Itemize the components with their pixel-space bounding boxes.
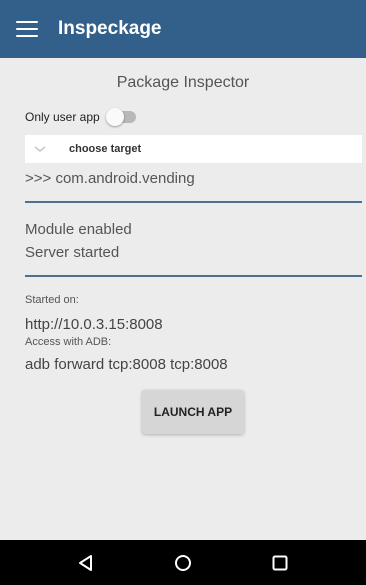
toggle-thumb (105, 108, 124, 126)
chevron-down-icon (34, 146, 46, 152)
adb-access-label: Access with ADB: (25, 336, 112, 348)
recents-icon[interactable] (270, 553, 290, 573)
home-icon[interactable] (173, 553, 193, 573)
back-icon[interactable] (76, 553, 96, 573)
server-url: http://10.0.3.15:8008 (25, 316, 163, 333)
spinner-selected-value: choose target (69, 143, 142, 155)
adb-command: adb forward tcp:8008 tcp:8008 (25, 356, 228, 373)
module-status: Module enabled (25, 221, 132, 238)
only-user-app-row: Only user app (25, 108, 138, 126)
app-bar: Inspeckage (0, 0, 366, 58)
system-nav-bar (0, 540, 366, 585)
launch-app-button[interactable]: LAUNCH APP (142, 390, 244, 434)
app-title: Inspeckage (58, 18, 162, 39)
divider (25, 201, 362, 203)
hamburger-menu-icon[interactable] (16, 21, 38, 37)
started-on-label: Started on: (25, 294, 79, 306)
only-user-app-label: Only user app (25, 110, 100, 124)
divider (25, 275, 362, 277)
main-content: Package Inspector Only user app choose t… (0, 58, 366, 540)
server-status: Server started (25, 244, 120, 261)
only-user-app-toggle[interactable] (105, 108, 138, 126)
page-title: Package Inspector (116, 74, 250, 91)
target-spinner[interactable]: choose target (25, 135, 362, 163)
selected-package: >>> com.android.vending (25, 170, 195, 187)
